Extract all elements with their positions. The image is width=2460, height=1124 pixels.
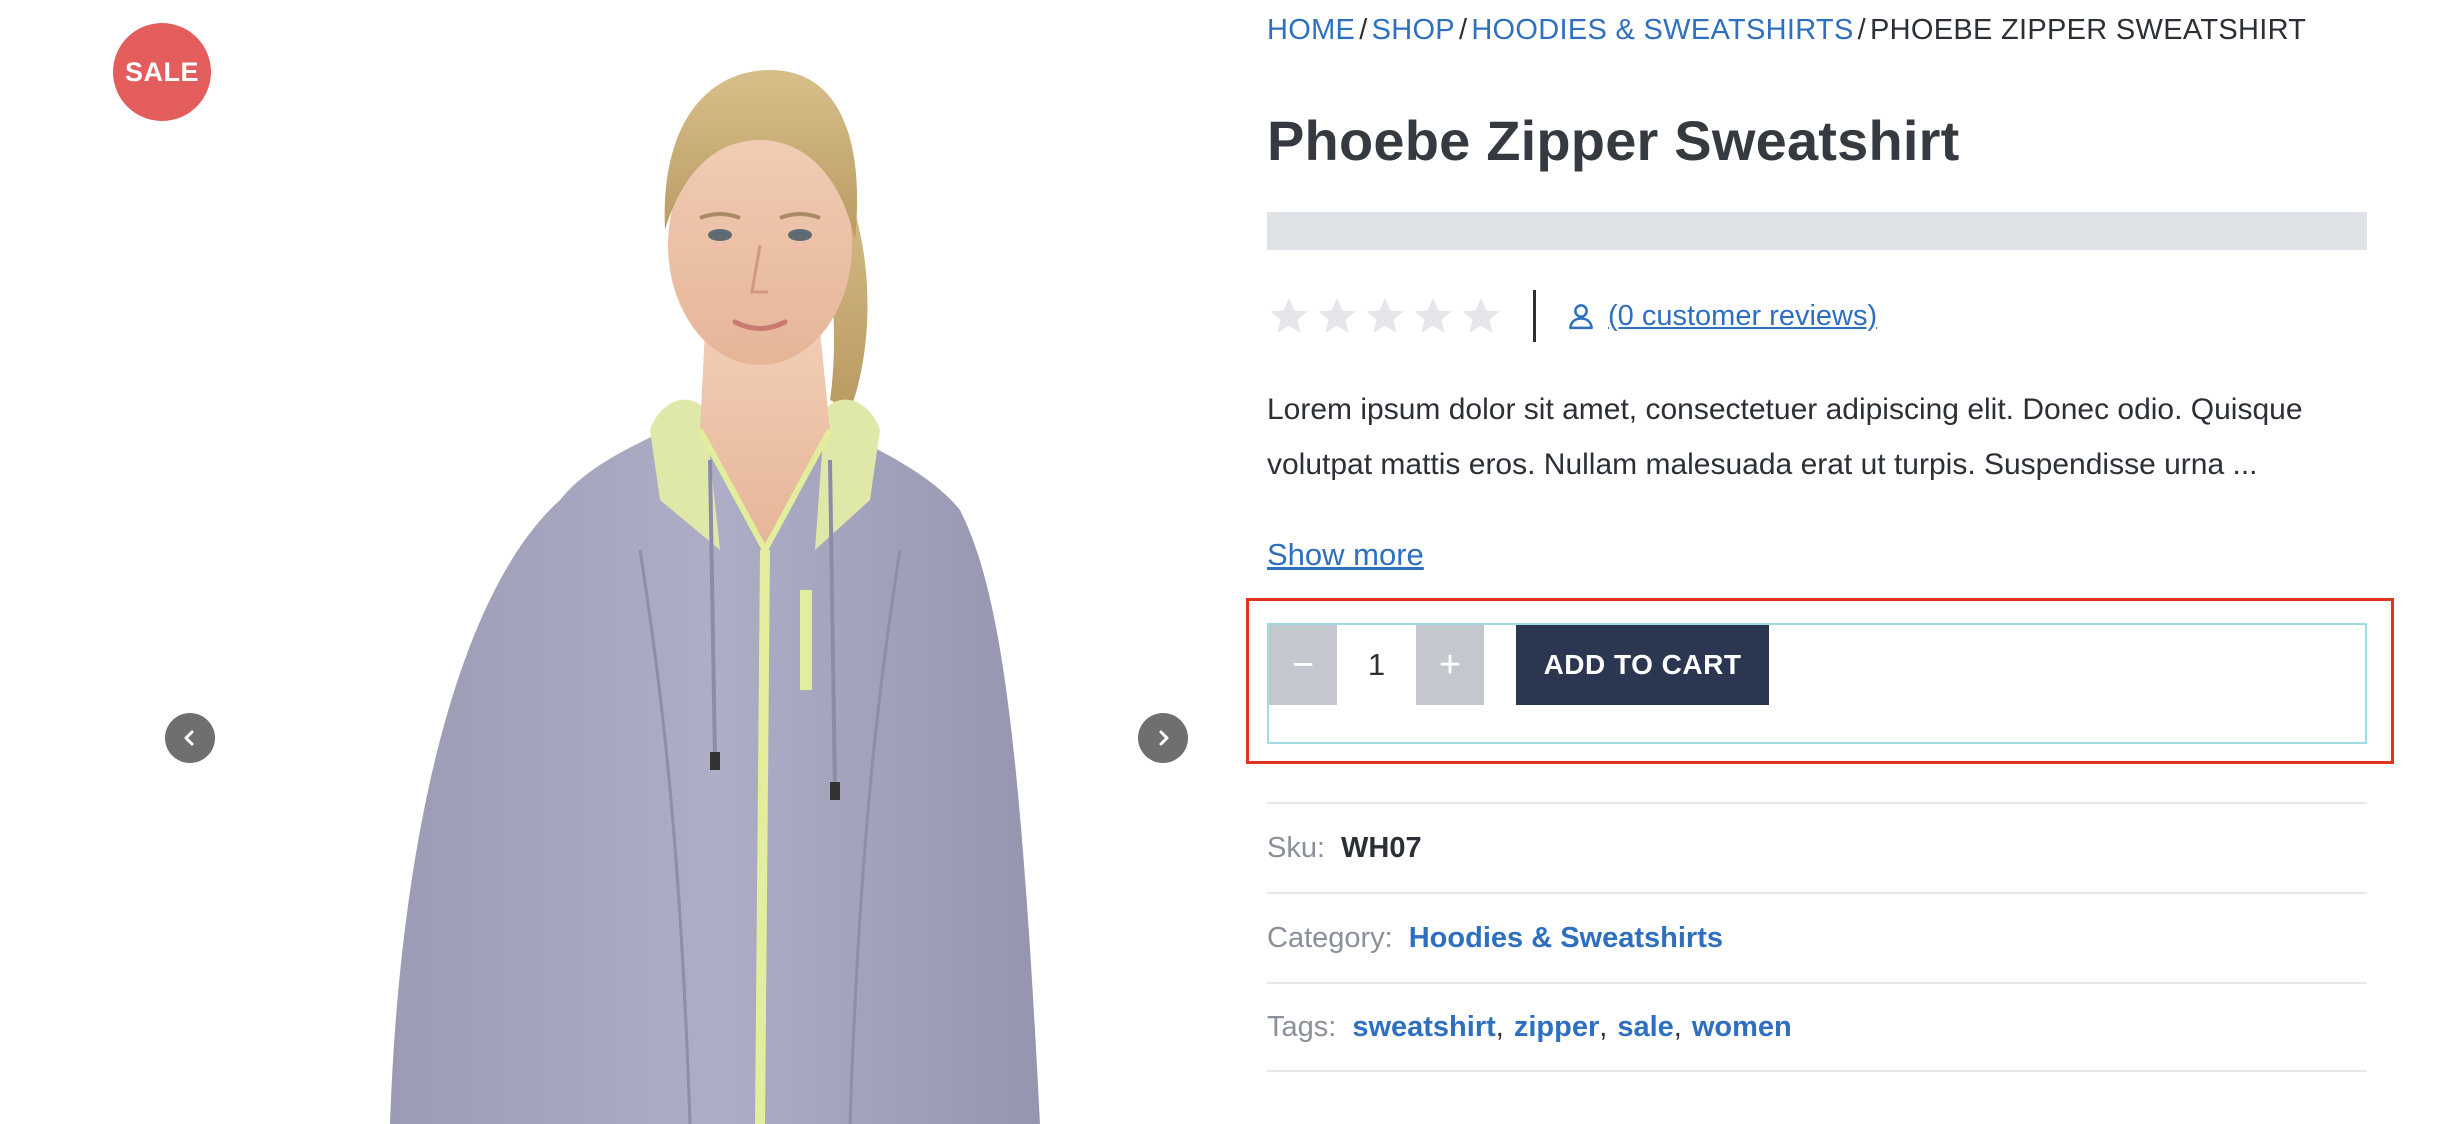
product-title: Phoebe Zipper Sweatshirt (1267, 109, 1960, 172)
tag-separator: , (1673, 1010, 1682, 1043)
gallery-next-button[interactable] (1138, 713, 1188, 763)
price-placeholder (1267, 212, 2367, 250)
star-icon (1366, 297, 1404, 333)
product-rating: (0 customer reviews) (1267, 288, 1877, 344)
quantity-input[interactable] (1337, 625, 1416, 705)
breadcrumb-separator: / (1359, 14, 1368, 46)
quantity-stepper: − + (1269, 625, 1484, 705)
gallery-prev-button[interactable] (165, 713, 215, 763)
breadcrumb-home[interactable]: HOME (1267, 14, 1355, 46)
sku-label: Sku: (1267, 831, 1326, 864)
add-to-cart-form: − + ADD TO CART (1267, 623, 2367, 744)
rating-divider (1533, 290, 1536, 342)
show-more-link[interactable]: Show more (1267, 537, 1424, 573)
star-icon (1414, 297, 1452, 333)
add-to-cart-button[interactable]: ADD TO CART (1516, 625, 1769, 705)
category-link[interactable]: Hoodies & Sweatshirts (1409, 922, 1723, 955)
rating-stars (1267, 294, 1503, 338)
quantity-increment-button[interactable]: + (1416, 625, 1484, 705)
tag-link[interactable]: sale (1617, 1011, 1673, 1044)
product-gallery: SALE (0, 0, 1230, 1124)
breadcrumb-separator: / (1857, 14, 1866, 46)
sku-value: WH07 (1341, 831, 1422, 864)
star-icon (1318, 297, 1356, 333)
reviews-link[interactable]: (0 customer reviews) (1608, 300, 1877, 333)
star-icon (1270, 297, 1308, 333)
category-row: Category: Hoodies & Sweatshirts (1267, 892, 2367, 982)
breadcrumb-current: PHOEBE ZIPPER SWEATSHIRT (1869, 14, 2307, 46)
sku-row: Sku: WH07 (1267, 802, 2367, 892)
product-short-description: Lorem ipsum dolor sit amet, consectetuer… (1267, 393, 2303, 481)
chevron-left-icon (184, 730, 194, 746)
tag-separator: , (1599, 1010, 1608, 1043)
tags-label: Tags: (1267, 1010, 1337, 1043)
breadcrumb-separator: / (1458, 14, 1468, 46)
breadcrumb: HOME / SHOP / HOODIES & SWEATSHIRTS / PHOEBE Z… (1267, 14, 2306, 47)
breadcrumb-shop[interactable]: SHOP (1372, 14, 1455, 46)
tag-link[interactable]: zipper (1514, 1011, 1599, 1044)
tag-separator: , (1495, 1010, 1504, 1043)
user-icon (1569, 304, 1593, 330)
tag-link[interactable]: women (1692, 1011, 1792, 1044)
chevron-right-icon (1159, 730, 1169, 746)
quantity-decrement-button[interactable]: − (1269, 625, 1337, 705)
breadcrumb-category[interactable]: HOODIES & SWEATSHIRTS (1471, 14, 1853, 46)
product-image[interactable] (360, 30, 1120, 1124)
tag-link[interactable]: sweatshirt (1352, 1011, 1495, 1044)
category-label: Category: (1267, 921, 1393, 954)
product-meta: Sku: WH07 Category: Hoodies & Sweatshirt… (1267, 802, 2367, 1072)
star-icon (1462, 297, 1500, 333)
tags-row: Tags: sweatshirt, zipper, sale, women (1267, 982, 2367, 1072)
sale-badge: SALE (113, 23, 211, 121)
